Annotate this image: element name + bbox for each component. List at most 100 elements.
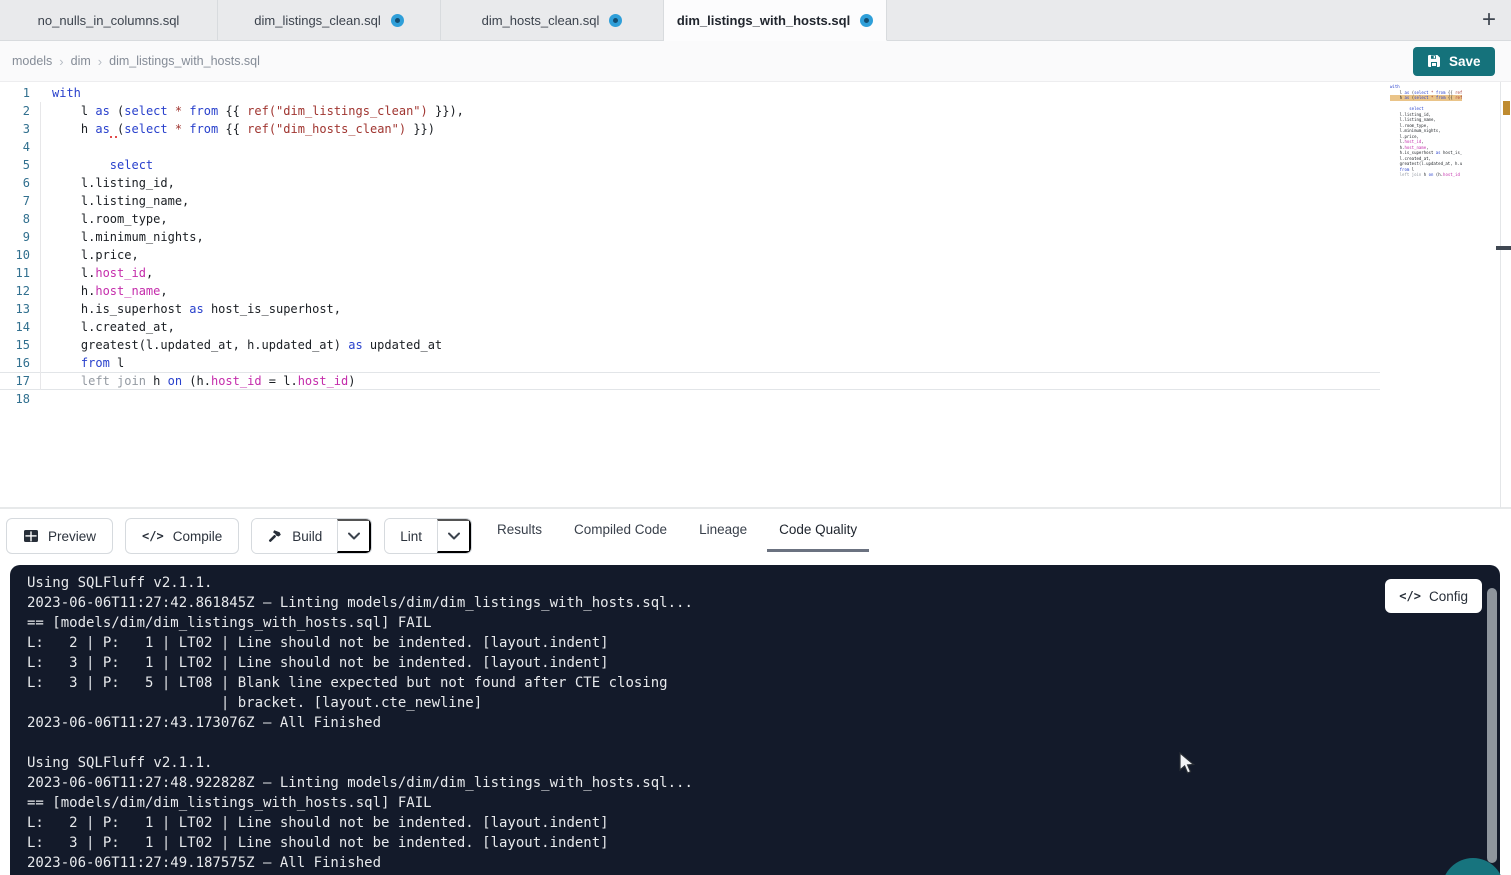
code-text: h.is_superhost as host_is_superhost,	[52, 300, 341, 318]
chevron-down-icon	[348, 532, 360, 540]
lint-label: Lint	[400, 529, 422, 544]
code-line[interactable]: 14 l.created_at,	[0, 318, 1380, 336]
line-number: 14	[0, 318, 30, 336]
build-dropdown-button[interactable]	[337, 519, 371, 553]
compile-label: Compile	[173, 529, 223, 544]
line-number: 4	[0, 138, 30, 156]
result-tab-lineage[interactable]: Lineage	[687, 509, 759, 552]
lint-button[interactable]: Lint	[385, 519, 437, 553]
code-line[interactable]: 1 with	[0, 84, 1380, 102]
code-line[interactable]: 6 l.listing_id,	[0, 174, 1380, 192]
file-tab-label: dim_listings_with_hosts.sql	[677, 13, 850, 28]
code-line[interactable]: 5 select	[0, 156, 1380, 174]
file-tab-bar: no_nulls_in_columns.sql dim_listings_clea…	[0, 0, 1511, 41]
line-number: 6	[0, 174, 30, 192]
editor-toolbar: Preview </> Compile Build Lint	[0, 508, 1511, 565]
breadcrumb-item: models	[12, 54, 52, 68]
save-button[interactable]: Save	[1413, 47, 1495, 76]
terminal-scrollbar[interactable]	[1487, 588, 1497, 863]
code-line[interactable]: 17 left join h on (h.host_id = l.host_id…	[0, 372, 1380, 390]
breadcrumb-separator: ›	[98, 54, 102, 69]
config-button[interactable]: </> Config	[1385, 579, 1482, 613]
table-grid-icon	[23, 528, 39, 544]
code-text: l.host_id,	[52, 264, 153, 282]
chevron-down-icon	[448, 532, 460, 540]
line-number: 9	[0, 228, 30, 246]
lint-output: Using SQLFluff v2.1.1. 2023-06-06T11:27:…	[27, 573, 693, 873]
line-number: 7	[0, 192, 30, 210]
code-line[interactable]: 3 h as (select * from {{ ref("dim_hosts_…	[0, 120, 1380, 138]
code-text: l.price,	[52, 246, 139, 264]
breadcrumb-separator: ›	[59, 54, 63, 69]
tab-bar-filler: +	[887, 0, 1511, 41]
code-text: l.listing_id,	[52, 174, 175, 192]
line-number: 18	[0, 390, 30, 408]
minimap[interactable]: with l as (select * from {{ ref("dim_lis…	[1390, 84, 1462, 204]
code-text: select	[52, 156, 153, 174]
file-tab[interactable]: dim_hosts_clean.sql	[441, 0, 664, 41]
line-number: 16	[0, 354, 30, 372]
line-number: 2	[0, 102, 30, 120]
result-tabs: ResultsCompiled CodeLineageCode Quality	[485, 509, 869, 552]
line-number: 17	[0, 372, 30, 390]
line-number: 5	[0, 156, 30, 174]
code-line[interactable]: 15 greatest(l.updated_at, h.updated_at) …	[0, 336, 1380, 354]
code-text: l.listing_name,	[52, 192, 189, 210]
file-tab[interactable]: dim_listings_with_hosts.sql	[664, 0, 887, 41]
code-text: l.room_type,	[52, 210, 168, 228]
file-header-bar: models›dim›dim_listings_with_hosts.sql S…	[0, 41, 1511, 82]
gutter-guide-line	[40, 102, 41, 390]
file-tab[interactable]: no_nulls_in_columns.sql	[0, 0, 218, 41]
unsaved-changes-dot	[860, 14, 873, 27]
line-number: 12	[0, 282, 30, 300]
unsaved-changes-dot	[391, 14, 404, 27]
save-button-label: Save	[1449, 54, 1481, 69]
line-number: 11	[0, 264, 30, 282]
code-brackets-icon: </>	[142, 530, 164, 542]
code-editor[interactable]: 1with2 l as (select * from {{ ref("dim_l…	[0, 82, 1511, 508]
code-text: from l	[52, 354, 124, 372]
lint-dropdown-button[interactable]	[437, 519, 471, 553]
line-number: 13	[0, 300, 30, 318]
code-line[interactable]: 18	[0, 390, 1380, 408]
code-line[interactable]: 7 l.listing_name,	[0, 192, 1380, 210]
compile-button[interactable]: </> Compile	[125, 518, 239, 554]
code-line[interactable]: 9 l.minimum_nights,	[0, 228, 1380, 246]
cursor-line-marker	[1496, 246, 1511, 250]
code-line[interactable]: 12 h.host_name,	[0, 282, 1380, 300]
preview-button[interactable]: Preview	[6, 518, 113, 554]
code-text: h.host_name,	[52, 282, 168, 300]
code-text: h as (select * from {{ ref("dim_hosts_cl…	[52, 120, 435, 138]
code-text: l.created_at,	[52, 318, 175, 336]
code-text: l as (select * from {{ ref("dim_listings…	[52, 102, 464, 120]
result-tab-compiled-code[interactable]: Compiled Code	[562, 509, 679, 552]
code-line[interactable]: 11 l.host_id,	[0, 264, 1380, 282]
file-tab[interactable]: dim_listings_clean.sql	[218, 0, 441, 41]
code-line[interactable]: 2 l as (select * from {{ ref("dim_listin…	[0, 102, 1380, 120]
code-line[interactable]: 4	[0, 138, 1380, 156]
code-line[interactable]: 10 l.price,	[0, 246, 1380, 264]
minimap-line: h as (select * from {{ ref("dim_hosts_cl…	[1390, 95, 1462, 101]
result-tab-results[interactable]: Results	[485, 509, 554, 552]
code-line[interactable]: 13 h.is_superhost as host_is_superhost,	[0, 300, 1380, 318]
file-tab-label: dim_listings_clean.sql	[254, 13, 380, 28]
plus-icon: +	[1482, 6, 1496, 34]
line-number: 1	[0, 84, 30, 102]
file-tab-label: dim_hosts_clean.sql	[482, 13, 600, 28]
result-tab-code-quality[interactable]: Code Quality	[767, 509, 869, 552]
build-button[interactable]: Build	[252, 519, 337, 553]
new-tab-button[interactable]: +	[1467, 0, 1511, 40]
code-text: with	[52, 84, 81, 102]
lint-split-button: Lint	[384, 518, 472, 554]
preview-label: Preview	[48, 529, 96, 544]
floppy-disk-icon	[1427, 54, 1441, 68]
breadcrumb-item: dim	[71, 54, 91, 68]
code-lines: 1with2 l as (select * from {{ ref("dim_l…	[0, 84, 1380, 408]
build-label: Build	[292, 529, 322, 544]
terminal-panel: Using SQLFluff v2.1.1. 2023-06-06T11:27:…	[10, 565, 1500, 875]
line-number: 10	[0, 246, 30, 264]
code-line[interactable]: 16 from l	[0, 354, 1380, 372]
code-line[interactable]: 8 l.room_type,	[0, 210, 1380, 228]
line-number: 15	[0, 336, 30, 354]
config-label: Config	[1429, 589, 1468, 604]
